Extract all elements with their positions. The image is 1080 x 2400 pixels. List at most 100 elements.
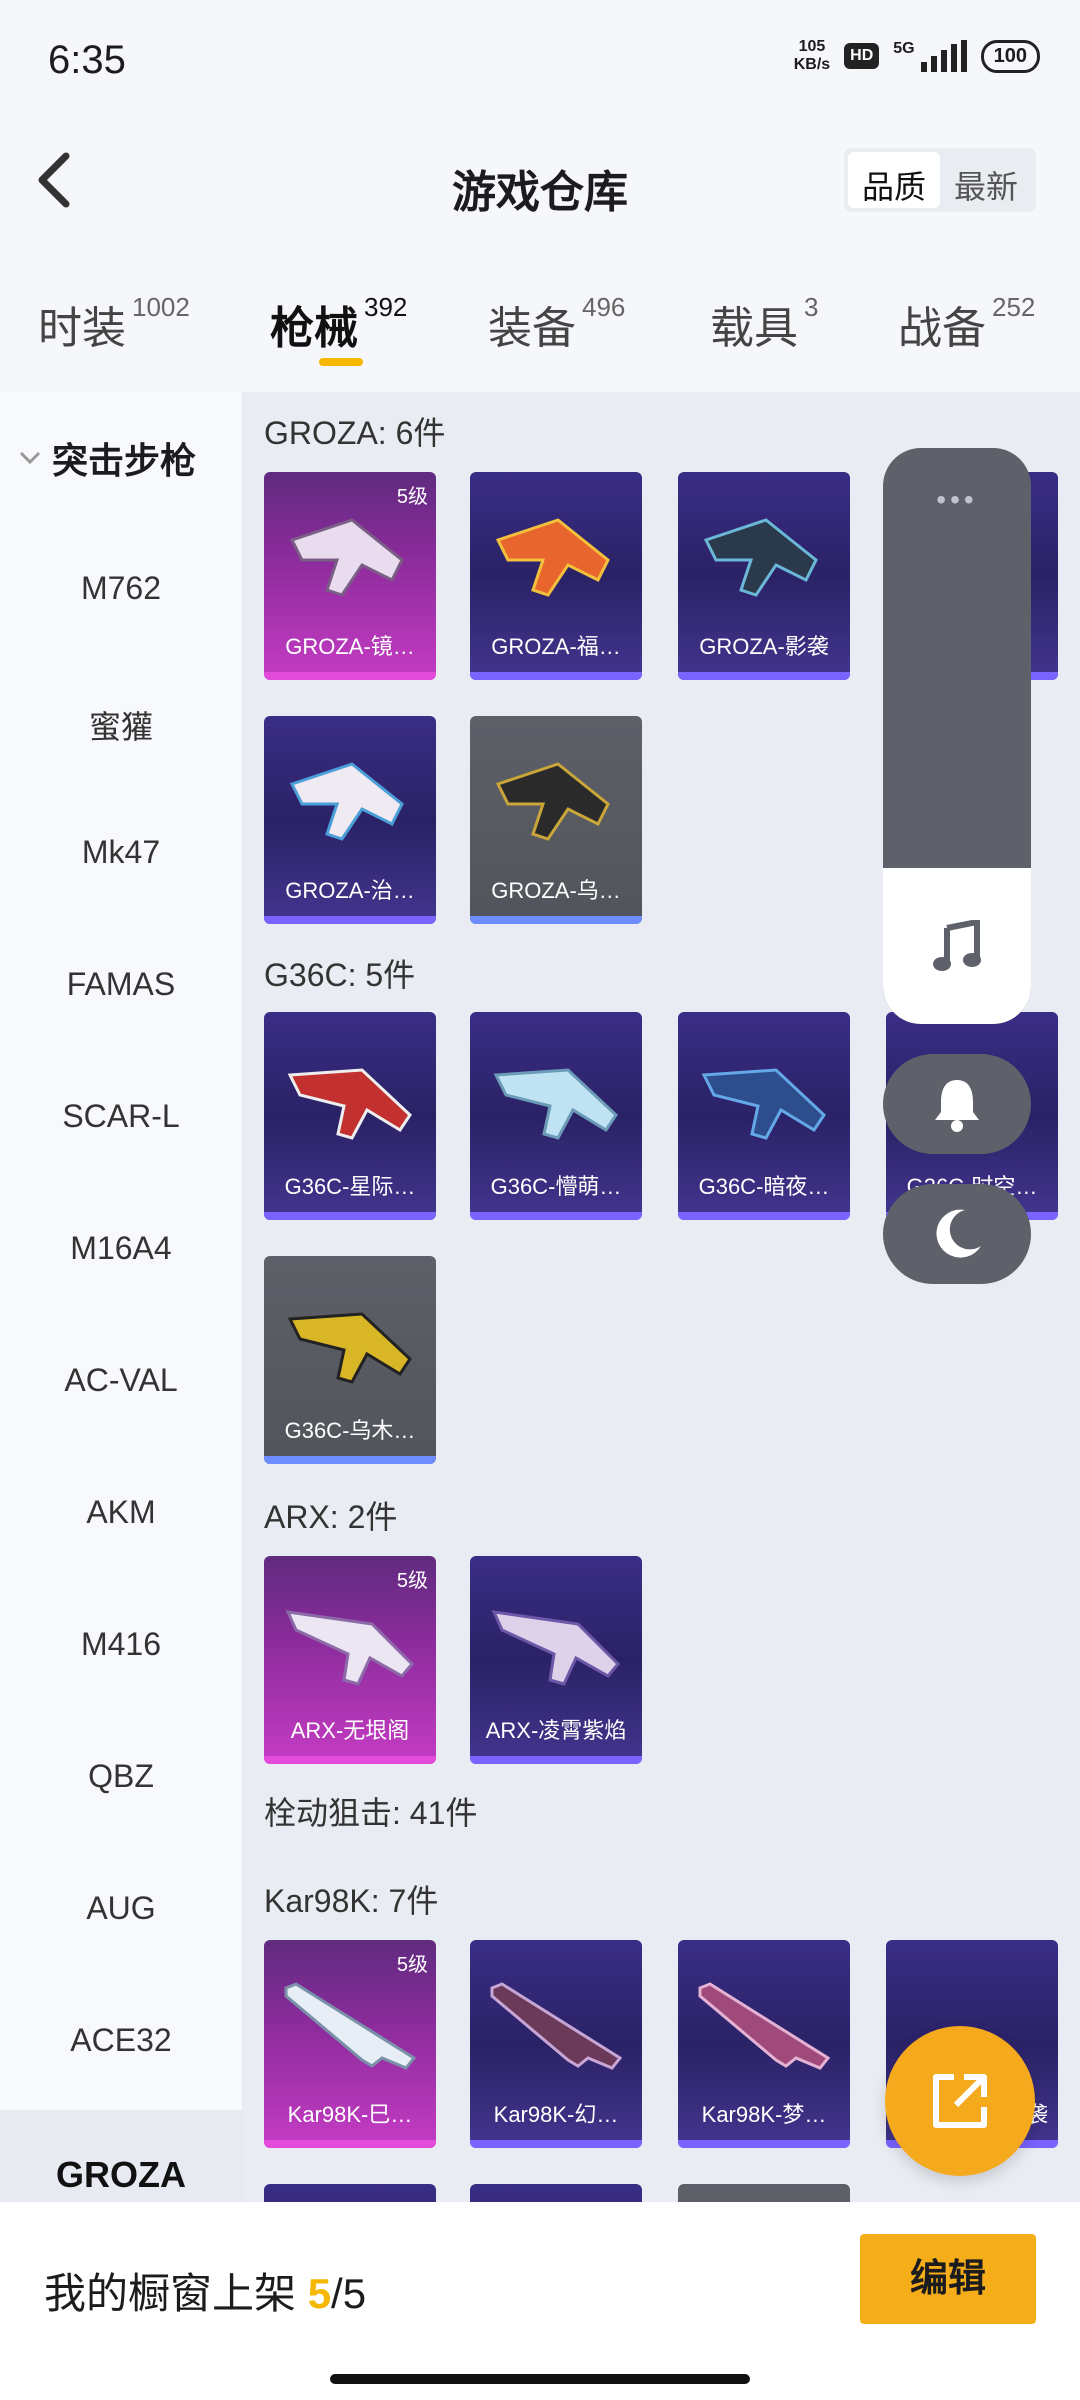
tab-count: 1002 bbox=[132, 292, 190, 322]
tab-label: 时装 bbox=[38, 304, 126, 353]
rarity-stripe bbox=[470, 672, 642, 680]
rifle-icon bbox=[289, 518, 404, 597]
chevron-down-icon bbox=[19, 451, 41, 465]
edit-button[interactable]: 编辑 bbox=[860, 2234, 1036, 2324]
showcase-label: 我的橱窗上架 bbox=[44, 2270, 297, 2317]
header: 游戏仓库 品质 最新 bbox=[0, 130, 1080, 230]
skin-name: GROZA-影袭 bbox=[699, 634, 829, 659]
skin-card[interactable]: GROZA-治… bbox=[264, 716, 436, 924]
skin-name: ARX-凌霄紫焰 bbox=[485, 1718, 627, 1743]
skin-card[interactable]: 5级 ARX-无垠阁 bbox=[264, 1556, 436, 1764]
skin-card[interactable] bbox=[678, 2184, 850, 2202]
rifle-icon bbox=[285, 1610, 415, 1686]
rarity-stripe bbox=[264, 672, 436, 680]
skin-card[interactable] bbox=[264, 2184, 436, 2202]
status-time: 6:35 bbox=[48, 38, 126, 82]
sidebar-item-scar-l[interactable]: SCAR-L bbox=[0, 1098, 242, 1135]
sidebar-item-m762[interactable]: M762 bbox=[0, 570, 242, 607]
section-title-arx: ARX: 2件 bbox=[264, 1499, 398, 1535]
network-speed: 105 KB/s bbox=[794, 38, 830, 74]
more-icon[interactable]: ••• bbox=[883, 484, 1031, 516]
skin-card[interactable]: Kar98K-幻… bbox=[470, 1940, 642, 2148]
rifle-icon bbox=[703, 518, 818, 597]
rarity-stripe bbox=[678, 672, 850, 680]
do-not-disturb-button[interactable] bbox=[883, 1184, 1031, 1284]
status-icons: 105 KB/s HD 5G 100 bbox=[794, 38, 1040, 74]
sidebar-item-aug[interactable]: AUG bbox=[0, 1890, 242, 1927]
sidebar-item-famas[interactable]: FAMAS bbox=[0, 966, 242, 1003]
sidebar-item-ace32[interactable]: ACE32 bbox=[0, 2022, 242, 2059]
rifle-icon bbox=[289, 762, 404, 841]
sidebar-item-qbz[interactable]: QBZ bbox=[0, 1758, 242, 1795]
showcase-total-count: 5 bbox=[342, 2270, 367, 2317]
skin-card[interactable]: ARX-凌霄紫焰 bbox=[470, 1556, 642, 1764]
rarity-stripe bbox=[470, 916, 642, 924]
signal-icon: 5G bbox=[893, 40, 967, 72]
volume-level-fill bbox=[883, 868, 1031, 1024]
skin-card[interactable] bbox=[470, 2184, 642, 2202]
skin-card[interactable]: G36C-乌木… bbox=[264, 1256, 436, 1464]
rarity-stripe bbox=[264, 1456, 436, 1464]
showcase-status: 我的橱窗上架 5/5 bbox=[44, 2260, 366, 2321]
home-indicator[interactable] bbox=[330, 2374, 750, 2384]
tab-vehicles[interactable]: 载具 3 bbox=[710, 292, 818, 356]
active-tab-indicator bbox=[319, 358, 363, 366]
sidebar-item-akm[interactable]: AKM bbox=[0, 1494, 242, 1531]
bell-icon bbox=[935, 1080, 979, 1132]
skin-name: G36C-暗夜… bbox=[698, 1174, 830, 1199]
battery-icon: 100 bbox=[980, 39, 1040, 73]
tab-count: 3 bbox=[804, 292, 819, 322]
skin-card[interactable]: G36C-星际… bbox=[264, 1012, 436, 1220]
tab-equipment[interactable]: 装备 496 bbox=[488, 292, 625, 356]
share-button[interactable] bbox=[885, 2026, 1035, 2176]
sniper-rifle-icon bbox=[284, 1982, 417, 2070]
rifle-icon bbox=[495, 762, 610, 841]
section-title-g36c: G36C: 5件 bbox=[264, 957, 416, 993]
rarity-stripe bbox=[678, 1212, 850, 1220]
skin-card[interactable]: GROZA-影袭 bbox=[678, 472, 850, 680]
bottom-bar: 我的橱窗上架 5/5 编辑 bbox=[0, 2202, 1080, 2400]
rifle-icon bbox=[491, 1610, 621, 1686]
rifle-icon bbox=[495, 518, 610, 597]
volume-slider-panel[interactable]: ••• bbox=[883, 448, 1031, 1024]
tab-label: 载具 bbox=[710, 304, 798, 353]
sort-latest-button[interactable]: 最新 bbox=[940, 152, 1032, 208]
ring-mode-button[interactable] bbox=[883, 1054, 1031, 1154]
sidebar-item-mk47[interactable]: Mk47 bbox=[0, 834, 242, 871]
rifle-icon bbox=[493, 1068, 618, 1140]
showcase-current-count: 5 bbox=[307, 2270, 332, 2317]
sidebar-item-m416[interactable]: M416 bbox=[0, 1626, 242, 1663]
sidebar-item-honey-badger[interactable]: 蜜獾 bbox=[0, 702, 242, 748]
sniper-rifle-icon bbox=[490, 1982, 623, 2070]
skin-card[interactable]: 5级 GROZA-镜… bbox=[264, 472, 436, 680]
network-speed-unit: KB/s bbox=[793, 56, 831, 73]
skin-card[interactable]: 5级 Kar98K-巳… bbox=[264, 1940, 436, 2148]
sniper-rifle-icon bbox=[698, 1982, 831, 2070]
skin-card[interactable]: GROZA-乌… bbox=[470, 716, 642, 924]
skin-card[interactable]: G36C-懵萌… bbox=[470, 1012, 642, 1220]
skin-name: Kar98K-幻… bbox=[493, 2102, 619, 2127]
rarity-stripe bbox=[264, 2140, 436, 2148]
rarity-stripe bbox=[264, 1756, 436, 1764]
weapon-type-sidebar: 突击步枪 M762 蜜獾 Mk47 FAMAS SCAR-L M16A4 AC-… bbox=[0, 392, 242, 2240]
music-note-icon bbox=[933, 920, 981, 971]
rarity-stripe bbox=[264, 916, 436, 924]
sidebar-item-m16a4[interactable]: M16A4 bbox=[0, 1230, 242, 1267]
sort-quality-button[interactable]: 品质 bbox=[847, 152, 940, 208]
skin-name: Kar98K-梦… bbox=[701, 2102, 827, 2127]
skin-card[interactable]: Kar98K-梦… bbox=[678, 1940, 850, 2148]
skin-card[interactable]: G36C-暗夜… bbox=[678, 1012, 850, 1220]
sidebar-group-assault-rifle[interactable]: 突击步枪 bbox=[18, 432, 196, 484]
sidebar-item-ac-val[interactable]: AC-VAL bbox=[0, 1362, 242, 1399]
skin-name: GROZA-镜… bbox=[285, 634, 415, 659]
skin-name: ARX-无垠阁 bbox=[290, 1718, 410, 1743]
tab-firearms[interactable]: 枪械 392 bbox=[270, 292, 407, 356]
skin-name: G36C-懵萌… bbox=[490, 1174, 622, 1199]
skin-card[interactable]: GROZA-福… bbox=[470, 472, 642, 680]
tab-fashion[interactable]: 时装 1002 bbox=[38, 292, 190, 356]
skin-name: G36C-乌木… bbox=[284, 1418, 416, 1443]
tab-supplies[interactable]: 战备 252 bbox=[898, 292, 1035, 356]
rarity-stripe bbox=[470, 1212, 642, 1220]
skin-name: GROZA-福… bbox=[491, 634, 621, 659]
share-icon bbox=[933, 2074, 987, 2128]
